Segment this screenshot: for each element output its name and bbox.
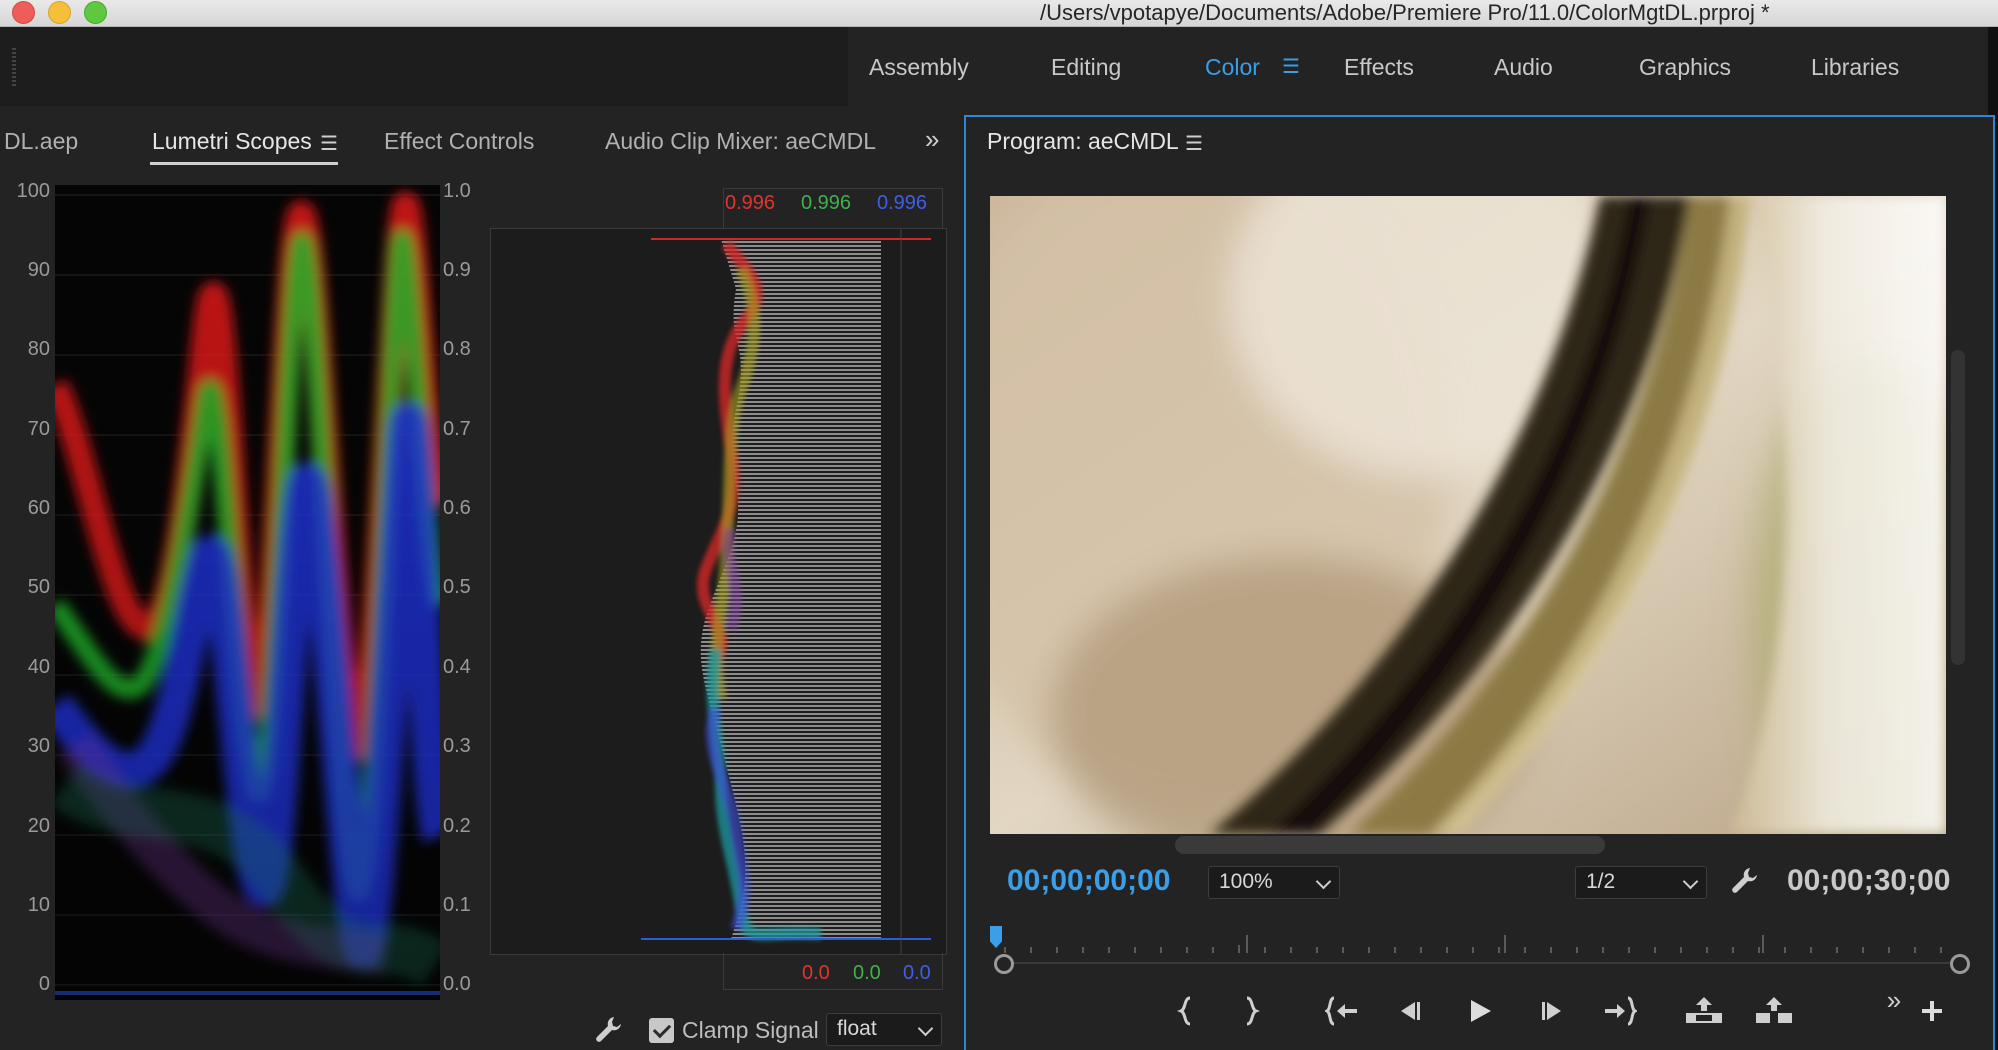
histogram-max-blue: 0.996	[877, 192, 928, 214]
zoom-level-value: 100%	[1219, 870, 1273, 893]
current-timecode[interactable]: 00;00;00;00	[1007, 864, 1170, 898]
histogram-max-green: 0.996	[801, 192, 852, 214]
axis-label-right: 0.6	[443, 497, 471, 519]
plus-icon[interactable]	[1917, 995, 1947, 1027]
extract-icon[interactable]	[1754, 995, 1794, 1027]
panel-menu-icon[interactable]: ☰	[1185, 131, 1203, 156]
axis-label-left: 60	[27, 497, 50, 519]
panel-menu-icon[interactable]: ☰	[320, 131, 338, 156]
axis-label-right: 1.0	[443, 180, 471, 202]
workspace-tab-audio[interactable]: Audio	[1494, 54, 1553, 81]
tab-lumetri-scopes[interactable]: Lumetri Scopes	[152, 128, 312, 155]
axis-label-right: 0.3	[443, 735, 471, 757]
workspace-tab-assembly[interactable]: Assembly	[869, 54, 969, 81]
axis-label-right: 0.0	[443, 973, 471, 995]
duration-timecode: 00;00;30;00	[1787, 864, 1951, 897]
histogram-min-green: 0.0	[853, 962, 881, 984]
axis-label-left: 20	[27, 815, 50, 837]
waveform-trace	[55, 185, 440, 1000]
chevron-down-icon	[1682, 873, 1699, 890]
panel-grip-handle[interactable]	[12, 48, 16, 86]
zoom-window-button[interactable]	[84, 1, 107, 24]
playback-resolution-value: 1/2	[1586, 870, 1616, 893]
axis-label-right: 0.8	[443, 338, 471, 360]
axis-label-left: 40	[27, 656, 50, 678]
chevron-down-icon	[917, 1020, 934, 1037]
precision-value: float	[837, 1017, 877, 1040]
tab-dl-aep[interactable]: DL.aep	[4, 128, 78, 155]
mark-out-icon[interactable]	[1238, 995, 1262, 1027]
axis-label-left: 0	[38, 973, 50, 995]
lift-icon[interactable]	[1684, 995, 1724, 1027]
axis-label-left: 80	[27, 338, 50, 360]
active-tab-indicator	[150, 162, 338, 165]
histogram-scope	[490, 228, 947, 955]
program-monitor-title[interactable]: Program: aeCMDL	[987, 128, 1179, 155]
window-titlebar: /Users/vpotapye/Documents/Adobe/Premiere…	[0, 0, 1998, 27]
axis-label-left: 50	[27, 576, 50, 598]
axis-label-right: 0.5	[443, 576, 471, 598]
tab-audio-clip-mixer[interactable]: Audio Clip Mixer: aeCMDL	[605, 128, 876, 155]
axis-label-right: 0.2	[443, 815, 471, 837]
frame-vertical-scrollbar[interactable]	[1951, 350, 1965, 665]
double-chevron-right-icon[interactable]: »	[925, 124, 939, 155]
step-forward-icon[interactable]	[1537, 995, 1567, 1027]
chevron-down-icon	[1315, 873, 1332, 890]
video-frame-image	[990, 196, 1946, 834]
tab-effect-controls[interactable]: Effect Controls	[384, 128, 534, 155]
timeline-ticks	[1004, 935, 1942, 953]
axis-label-left: 30	[27, 735, 50, 757]
axis-label-right: 0.7	[443, 418, 471, 440]
histogram-min-red: 0.0	[802, 962, 830, 984]
in-point-handle[interactable]	[994, 954, 1014, 974]
axis-label-left: 100	[16, 180, 50, 202]
work-area-bar[interactable]	[1003, 962, 1958, 964]
frame-horizontal-scrollbar[interactable]	[1175, 836, 1605, 854]
axis-label-left: 90	[27, 259, 50, 281]
workspace-tab-effects[interactable]: Effects	[1344, 54, 1414, 81]
timeline-ruler[interactable]	[995, 925, 1960, 955]
wrench-icon[interactable]	[594, 1014, 624, 1044]
step-back-icon[interactable]	[1395, 995, 1425, 1027]
axis-label-left: 70	[27, 418, 50, 440]
axis-label-right: 0.9	[443, 259, 471, 281]
mark-in-icon[interactable]	[1175, 995, 1199, 1027]
close-window-button[interactable]	[12, 1, 35, 24]
workspace-tab-editing[interactable]: Editing	[1051, 54, 1121, 81]
program-video-frame[interactable]	[990, 196, 1946, 834]
go-to-out-icon[interactable]	[1603, 995, 1639, 1027]
precision-dropdown[interactable]: float	[826, 1013, 942, 1046]
axis-label-right: 0.1	[443, 894, 471, 916]
waveform-scope	[55, 185, 440, 1000]
window-title: /Users/vpotapye/Documents/Adobe/Premiere…	[1040, 0, 1770, 25]
go-to-in-icon[interactable]	[1323, 995, 1359, 1027]
histogram-min-blue: 0.0	[903, 962, 931, 984]
clamp-signal-checkbox[interactable]	[649, 1018, 674, 1043]
double-chevron-right-icon[interactable]: »	[1880, 985, 1908, 1017]
wrench-icon[interactable]	[1730, 865, 1760, 895]
play-icon[interactable]	[1465, 995, 1495, 1027]
workspace-tab-libraries[interactable]: Libraries	[1811, 54, 1899, 81]
zoom-level-dropdown[interactable]: 100%	[1208, 866, 1340, 899]
minimize-window-button[interactable]	[48, 1, 71, 24]
out-point-handle[interactable]	[1950, 954, 1970, 974]
axis-label-right: 0.4	[443, 656, 471, 678]
clamp-signal-label: Clamp Signal	[682, 1017, 819, 1043]
workspace-menu-icon[interactable]: ☰	[1282, 54, 1300, 79]
axis-label-left: 10	[27, 894, 50, 916]
workspace-tab-graphics[interactable]: Graphics	[1639, 54, 1731, 81]
playback-resolution-dropdown[interactable]: 1/2	[1575, 866, 1707, 899]
histogram-trace	[641, 229, 931, 954]
workspace-tab-color[interactable]: Color	[1205, 54, 1260, 81]
histogram-max-red: 0.996	[725, 192, 776, 214]
